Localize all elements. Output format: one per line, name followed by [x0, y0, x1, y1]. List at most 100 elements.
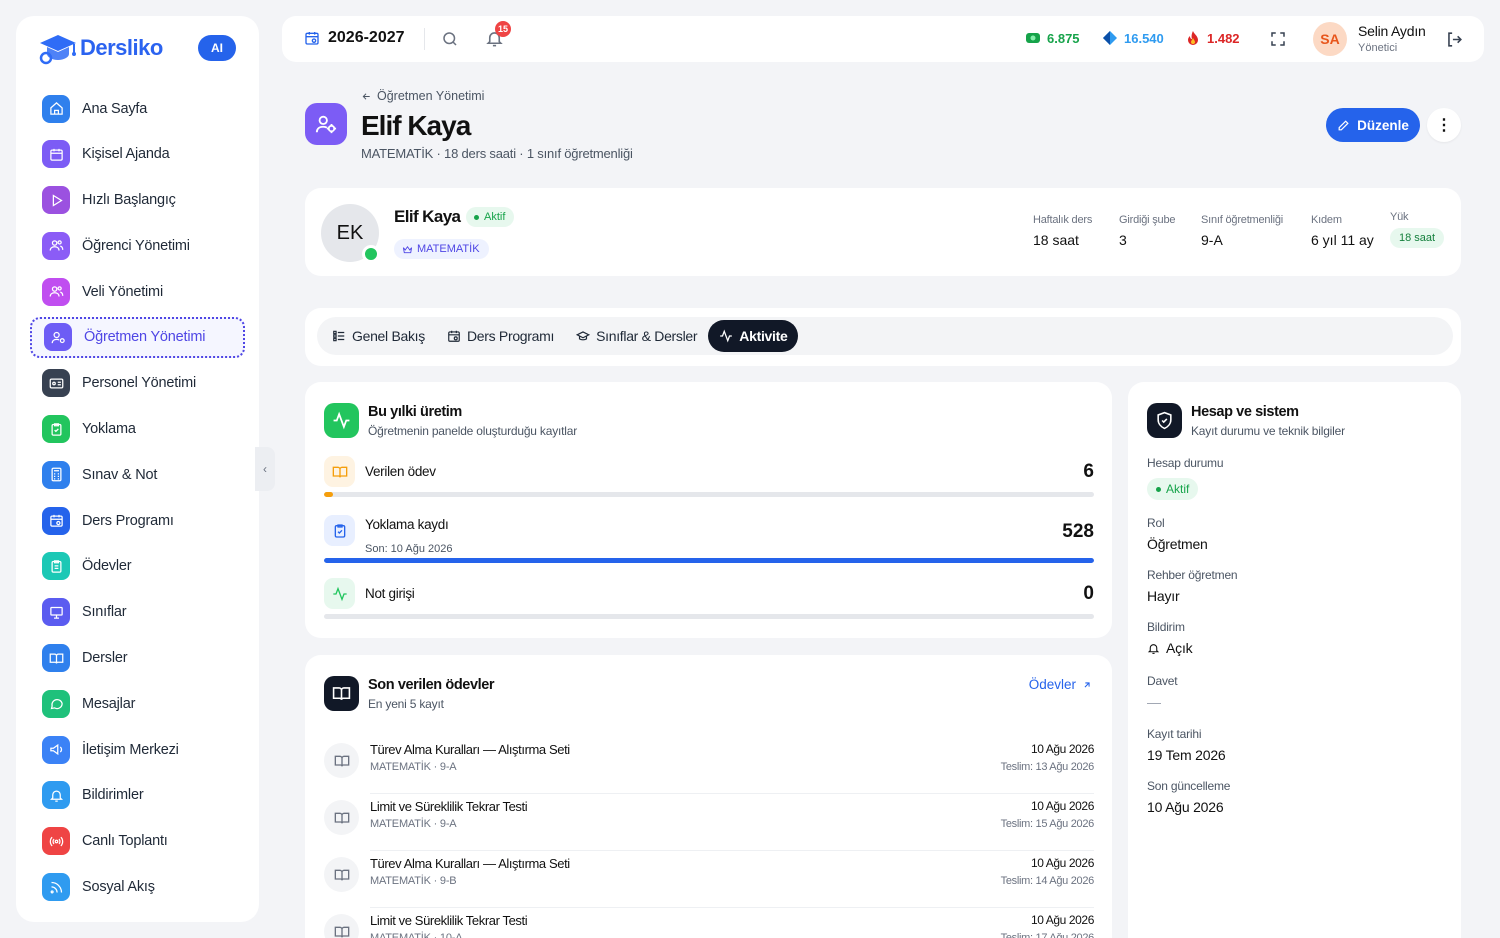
subject-badge-label: MATEMATİK [417, 243, 480, 255]
tabs-card: Genel Bakış Ders Programı Sınıflar & Der… [305, 308, 1461, 366]
sidebar-item[interactable]: Öğrenci Yönetimi [30, 225, 245, 266]
field-role: Rol Öğretmen [1147, 516, 1208, 552]
homework-meta: MATEMATİK · 9-B [370, 875, 457, 887]
activity-label: Verilen ödev [365, 464, 436, 479]
logout-icon[interactable] [1445, 30, 1464, 49]
homework-title: Türev Alma Kuralları — Alıştırma Seti [370, 856, 570, 871]
tab-classes[interactable]: Sınıflar & Dersler [565, 320, 708, 352]
homework-row[interactable]: Limit ve Süreklilik Tekrar Testi MATEMATİ… [324, 794, 1094, 851]
homework-row[interactable]: Türev Alma Kuralları — Alıştırma Seti MAT… [324, 851, 1094, 908]
sidebar-item[interactable]: Kişisel Ajanda [30, 134, 245, 175]
sidebar-item[interactable]: Hızlı Başlangıç [30, 180, 245, 221]
user-name[interactable]: Selin Aydın [1358, 23, 1426, 39]
stat-load: Yük 18 saat [1390, 211, 1445, 248]
book-open-icon [324, 914, 359, 938]
sidebar-item[interactable]: Bildirimler [30, 775, 245, 816]
sidebar-item[interactable]: Ödevler [30, 546, 245, 587]
edit-button-label: Düzenle [1357, 117, 1409, 133]
field-label: Hesap durumu [1147, 456, 1224, 470]
field-value: 19 Tem 2026 [1147, 747, 1226, 763]
book-open-icon [324, 743, 359, 778]
stat-diamond[interactable]: 16.540 [1102, 30, 1164, 46]
sidebar-item-label: Veli Yönetimi [82, 283, 163, 300]
homework-link-label: Ödevler [1028, 677, 1076, 692]
field-label: Rol [1147, 516, 1165, 530]
edit-button[interactable]: Düzenle [1326, 108, 1420, 142]
fullscreen-icon[interactable] [1269, 30, 1287, 48]
sidebar-item-label: Hızlı Başlangıç [82, 192, 176, 209]
homework-subtitle: En yeni 5 kayıt [368, 697, 444, 711]
more-options-button[interactable]: ⋮ [1427, 108, 1461, 142]
tab-schedule[interactable]: Ders Programı [436, 320, 565, 352]
calculator-icon [42, 460, 70, 489]
homework-title: Limit ve Süreklilik Tekrar Testi [370, 799, 528, 814]
sidebar-item-label: Sosyal Akış [82, 879, 155, 896]
homework-link[interactable]: Ödevler [1029, 677, 1092, 692]
field-label: Bildirim [1147, 620, 1185, 634]
homework-meta: MATEMATİK · 10-A [370, 932, 463, 938]
sidebar-item-label: Ödevler [82, 558, 132, 575]
book-open-icon [324, 676, 359, 711]
stat-fire[interactable]: 1.482 [1185, 30, 1240, 46]
activity-icon [324, 578, 355, 609]
topbar: 2026-2027 15 6.875 16.540 1.482 SA Selin… [282, 16, 1484, 62]
homework-due: Teslim: 13 Ağu 2026 [1000, 761, 1095, 773]
sidebar-item[interactable]: Dersler [30, 638, 245, 679]
sidebar-item-label: Mesajlar [82, 695, 136, 712]
tab-label: Aktivite [739, 328, 788, 344]
sidebar-item[interactable]: Mesajlar [30, 683, 245, 724]
tab-activity[interactable]: Aktivite [708, 320, 799, 352]
sidebar: Dersliko AI Ana Sayfa Kişisel Ajanda Hızlı… [16, 16, 259, 922]
sidebar-item[interactable]: İletişim Merkezi [30, 729, 245, 770]
clipboard-icon [324, 515, 355, 546]
system-subtitle: Kayıt durumu ve teknik bilgiler [1191, 424, 1345, 438]
crown-icon [402, 244, 413, 255]
ai-button[interactable]: AI [198, 35, 236, 61]
system-card: Hesap ve sistem Kayıt durumu ve teknik b… [1128, 382, 1461, 938]
sidebar-item[interactable]: Ders Programı [30, 500, 245, 541]
calendar-clock-icon [447, 329, 461, 343]
brand[interactable]: Dersliko AI [16, 16, 259, 80]
sidebar-item-label: Yoklama [82, 421, 136, 438]
sidebar-item[interactable]: Canlı Toplantı [30, 821, 245, 862]
stat-label: Sınıf öğretmenliği [1201, 214, 1283, 226]
sidebar-item-label: Kişisel Ajanda [82, 146, 170, 163]
profile-card: EK Elif Kaya Aktif MATEMATİK Haftalık de… [305, 188, 1461, 276]
bell-icon [1147, 642, 1160, 655]
sidebar-item[interactable]: Personel Yönetimi [30, 363, 245, 404]
activity-icon [324, 403, 359, 438]
sidebar-item[interactable]: Öğretmen Yönetimi [30, 316, 245, 358]
homework-title: Türev Alma Kuralları — Alıştırma Seti [370, 742, 570, 757]
sidebar-item[interactable]: Ana Sayfa [30, 88, 245, 129]
back-link[interactable]: Öğretmen Yönetimi [361, 89, 484, 103]
homework-row[interactable]: Türev Alma Kuralları — Alıştırma Seti MAT… [324, 737, 1094, 794]
stat-money[interactable]: 6.875 [1025, 30, 1080, 46]
stat-label: Yük [1390, 211, 1409, 223]
teacher-icon [305, 103, 347, 145]
graduation-cap-logo-icon [38, 31, 78, 65]
sidebar-collapse-button[interactable]: ‹ [255, 447, 275, 491]
sidebar-item-label: Canlı Toplantı [82, 833, 168, 850]
search-icon[interactable] [441, 30, 459, 48]
teacher-name: Elif Kaya [394, 207, 461, 226]
notification-value: Açık [1166, 640, 1193, 656]
stat-seniority: Kıdem 6 yıl 11 ay [1311, 214, 1374, 248]
sidebar-nav: Ana Sayfa Kişisel Ajanda Hızlı Başlangıç Öğ… [30, 88, 245, 912]
tab-label: Ders Programı [466, 328, 555, 344]
calendar-icon [42, 140, 70, 169]
activity-icon [719, 329, 733, 343]
homework-row[interactable]: Limit ve Süreklilik Tekrar Testi MATEMATİ… [324, 908, 1094, 938]
field-value: 10 Ağu 2026 [1147, 799, 1224, 815]
sidebar-item[interactable]: Sosyal Akış [30, 867, 245, 908]
tab-overview[interactable]: Genel Bakış [321, 320, 436, 352]
sidebar-item[interactable]: Sınav & Not [30, 454, 245, 495]
system-title: Hesap ve sistem [1191, 404, 1299, 420]
sidebar-item[interactable]: Yoklama [30, 409, 245, 450]
sidebar-item-label: Ders Programı [82, 512, 174, 529]
sidebar-item[interactable]: Sınıflar [30, 592, 245, 633]
user-avatar[interactable]: SA [1313, 22, 1347, 56]
sidebar-item[interactable]: Veli Yönetimi [30, 271, 245, 312]
field-invite: Davet — [1147, 674, 1178, 710]
academic-year-selector[interactable]: 2026-2027 [304, 29, 405, 47]
book-open-icon [42, 644, 70, 673]
